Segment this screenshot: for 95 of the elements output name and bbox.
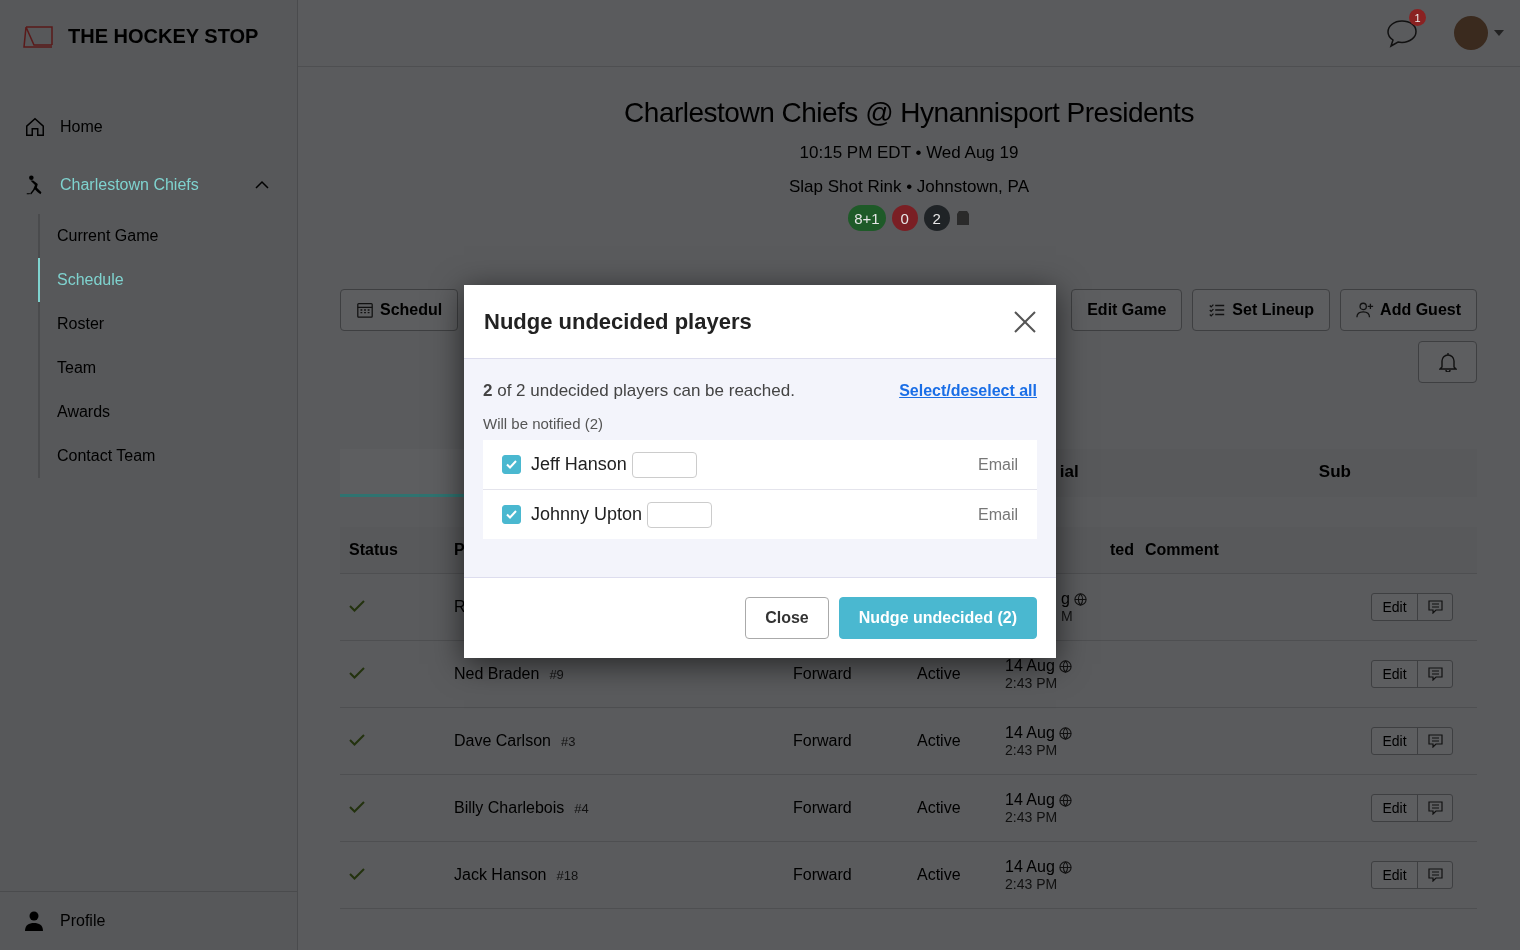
game-location: Slap Shot Rink • Johnstown, PA: [788, 177, 1030, 197]
updated-date: 14 Aug: [1005, 791, 1055, 809]
globe-icon: [1073, 592, 1087, 606]
position-cell: Forward: [793, 799, 852, 816]
sidebar-subitem[interactable]: Contact Team: [38, 434, 297, 478]
updated-time: 2:43 PM: [1005, 809, 1058, 825]
checkbox[interactable]: [502, 455, 521, 474]
updated-time: 2:43 PM: [1005, 742, 1058, 758]
comment-icon[interactable]: [1427, 734, 1443, 748]
toolbar-button[interactable]: Add Guest: [1340, 289, 1477, 331]
sidebar-subitem[interactable]: Team: [38, 346, 297, 390]
person-icon: [24, 911, 44, 931]
player-name: R: [454, 598, 466, 615]
status-cell: Active: [917, 799, 961, 816]
player-name: Johnny Upton: [531, 504, 643, 525]
comment-icon[interactable]: [1427, 600, 1443, 614]
close-icon[interactable]: [1014, 310, 1036, 333]
notification-badge: 1: [1409, 9, 1426, 26]
player-name: Jeff Hanson: [531, 454, 627, 475]
caret-icon: [1494, 30, 1504, 36]
game-time: 10:15 PM EDT • Wed Aug 19: [798, 143, 1020, 163]
player-name: Dave Carlson: [454, 732, 551, 749]
add-person-icon: [1356, 301, 1375, 319]
select-all-link[interactable]: Select/deselect all: [899, 382, 1037, 400]
notify-button[interactable]: [1418, 341, 1477, 383]
player-name: Billy Charlebois: [454, 799, 565, 816]
comment-icon[interactable]: [1427, 868, 1443, 882]
nudge-button[interactable]: Nudge undecided (2): [838, 597, 1037, 639]
status-cell: Active: [917, 665, 961, 682]
comment-icon[interactable]: [1427, 667, 1443, 681]
updated-date: 14 Aug: [1005, 724, 1055, 742]
profile-link[interactable]: Profile: [60, 912, 106, 930]
comment-icon[interactable]: [1427, 801, 1443, 815]
home-icon: [24, 116, 46, 138]
updated-date: 14 Aug: [1005, 657, 1055, 675]
toolbar-button[interactable]: Schedul: [340, 289, 459, 331]
jersey-number: #4: [574, 801, 589, 816]
player-name: Jack Hanson: [454, 866, 547, 883]
column-header: Status: [349, 541, 398, 558]
brand-name: THE HOCKEY STOP: [68, 24, 259, 48]
sidebar-item[interactable]: Home: [0, 98, 297, 156]
globe-icon: [1058, 860, 1072, 874]
count-badge: 2: [923, 205, 950, 231]
input-field[interactable]: [631, 451, 697, 478]
jersey-number: #18: [556, 868, 579, 883]
count-badge: 8+1: [848, 205, 886, 231]
input-field[interactable]: [647, 501, 713, 528]
globe-icon: [1058, 726, 1072, 740]
check-icon: [349, 600, 365, 612]
sidebar-subitem[interactable]: Current Game: [38, 214, 297, 258]
globe-icon: [1058, 793, 1072, 807]
channel-label: Email: [978, 505, 1018, 524]
sidebar-subitem[interactable]: Roster: [38, 302, 297, 346]
updated-time: M: [1061, 608, 1073, 624]
close-button[interactable]: Close: [745, 597, 829, 639]
channel-label: Email: [978, 455, 1018, 474]
toolbar-button[interactable]: Edit Game: [1071, 289, 1183, 331]
check-icon: [349, 667, 365, 679]
group-label: Will be notified (2): [483, 415, 605, 432]
column-header: P: [454, 541, 465, 558]
tab[interactable]: Sub: [1192, 449, 1477, 497]
game-title: Charlestown Chiefs @ Hynannisport Presidents: [623, 97, 1195, 129]
bell-icon: [1438, 352, 1457, 372]
player-name: Ned Braden: [454, 665, 540, 682]
checkmark-icon: [506, 460, 517, 469]
column-header: Comment: [1145, 541, 1219, 558]
status-cell: Active: [917, 866, 961, 883]
dialog-title: Nudge undecided players: [484, 308, 752, 335]
sidebar-subitem[interactable]: Schedule: [38, 258, 297, 302]
position-cell: Forward: [793, 665, 852, 682]
avatar[interactable]: [1454, 16, 1488, 50]
check-icon: [349, 734, 365, 746]
sidebar-subitem[interactable]: Awards: [38, 390, 297, 434]
updated-date: 14 Aug: [1005, 858, 1055, 876]
count-badge: 0: [891, 205, 918, 231]
toolbar-button[interactable]: Set Lineup: [1192, 289, 1331, 331]
jersey-number: #3: [560, 734, 576, 749]
sidebar-item[interactable]: Charlestown Chiefs: [0, 156, 297, 214]
updated-time: 2:43 PM: [1005, 876, 1058, 892]
updated-time: 2:43 PM: [1005, 675, 1058, 691]
globe-icon: [1058, 659, 1072, 673]
calendar-icon: [356, 301, 374, 319]
check-icon: [349, 801, 365, 813]
column-header: ted: [1110, 541, 1134, 558]
jersey-number: #9: [549, 667, 564, 682]
status-cell: Active: [917, 732, 961, 749]
position-cell: Forward: [793, 732, 852, 749]
checkmark-icon: [506, 510, 517, 519]
hockey-goal-icon: [22, 23, 56, 49]
jersey-icon: [955, 210, 970, 226]
reach-summary: 2 of 2 undecided players can be reached.: [483, 381, 795, 401]
updated-date: g: [1061, 590, 1070, 608]
check-icon: [349, 868, 365, 880]
position-cell: Forward: [793, 866, 852, 883]
checkbox[interactable]: [502, 505, 521, 524]
